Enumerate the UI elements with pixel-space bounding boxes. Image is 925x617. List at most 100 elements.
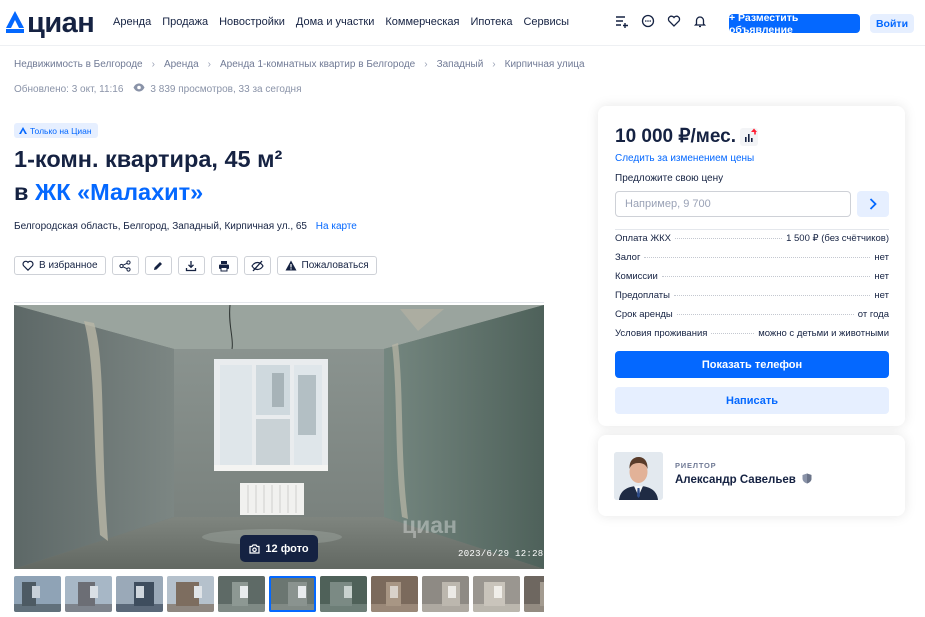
condition-value: 1 500 ₽ (без счётчиков) <box>786 233 889 244</box>
agent-role: РИЕЛТОР <box>675 461 717 470</box>
condition-value: от года <box>857 309 889 320</box>
map-link[interactable]: На карте <box>316 221 357 232</box>
photo-thumbnail[interactable] <box>269 576 316 612</box>
printer-icon <box>219 260 230 271</box>
complex-link[interactable]: ЖК «Малахит» <box>35 179 203 205</box>
header-icons <box>615 14 707 28</box>
chat-icon[interactable] <box>641 14 655 28</box>
login-button[interactable]: Войти <box>870 14 914 33</box>
condition-row: Залог нет <box>615 252 889 263</box>
photo-thumbnail[interactable] <box>371 576 418 612</box>
offer-price-input[interactable]: Например, 9 700 <box>615 191 851 217</box>
offer-submit-button[interactable] <box>857 191 889 217</box>
photo-thumbnail[interactable] <box>524 576 544 612</box>
download-icon <box>185 260 197 271</box>
condition-value: нет <box>874 290 889 301</box>
pencil-icon <box>154 261 163 270</box>
photo-thumbnail[interactable] <box>116 576 163 612</box>
print-button[interactable] <box>210 256 238 275</box>
nav-commercial[interactable]: Коммерческая <box>385 16 459 28</box>
agent-name-text: Александр Савельев <box>675 474 796 486</box>
thumbnail-image <box>116 576 163 612</box>
verified-shield-icon <box>802 473 812 484</box>
condition-label: Условия проживания <box>615 328 708 339</box>
breadcrumb-item[interactable]: Аренда <box>164 59 199 70</box>
photo-timestamp: 2023/6/29 12:28 <box>458 549 544 559</box>
chevron-right-icon: › <box>424 59 428 70</box>
listing-actions: В избранное Пожаловаться <box>14 256 377 275</box>
edit-button[interactable] <box>144 256 172 275</box>
avatar[interactable] <box>614 452 663 500</box>
thumbnail-image <box>218 576 265 612</box>
main-nav: Аренда Продажа Новостройки Дома и участк… <box>113 16 580 28</box>
condition-label: Предоплаты <box>615 290 670 301</box>
thumbnail-image <box>473 576 520 612</box>
report-button[interactable]: Пожаловаться <box>276 256 377 275</box>
condition-row: Оплата ЖКХ 1 500 ₽ (без счётчиков) <box>615 233 889 244</box>
price-history-icon[interactable] <box>740 128 758 146</box>
photo-count-button[interactable]: 12 фото <box>240 535 318 562</box>
heart-icon[interactable] <box>667 14 681 28</box>
condition-label: Комиссии <box>615 271 658 282</box>
nav-services[interactable]: Сервисы <box>523 16 569 28</box>
hide-button[interactable] <box>243 256 271 275</box>
chevron-right-icon <box>869 198 877 210</box>
room-photo-image <box>14 305 544 569</box>
photo-thumbnail[interactable] <box>218 576 265 612</box>
updated-text: Обновлено: 3 окт, 11:16 <box>14 83 124 95</box>
photo-thumbnail[interactable] <box>65 576 112 612</box>
share-button[interactable] <box>111 256 139 275</box>
nav-rent[interactable]: Аренда <box>113 16 151 28</box>
breadcrumb-item[interactable]: Кирпичная улица <box>505 59 585 70</box>
photo-thumbnail[interactable] <box>422 576 469 612</box>
logo[interactable]: циан <box>6 6 95 39</box>
main-photo[interactable] <box>14 305 544 569</box>
eye-off-icon <box>250 260 264 271</box>
breadcrumb-item[interactable]: Западный <box>437 59 484 70</box>
favorite-label: В избранное <box>39 260 98 271</box>
thumbnail-image <box>371 576 418 612</box>
report-label: Пожаловаться <box>301 260 369 271</box>
thumbnail-strip <box>14 576 544 612</box>
badge-label: Только на Циан <box>30 125 92 136</box>
condition-label: Оплата ЖКХ <box>615 233 671 244</box>
favorite-button[interactable]: В избранное <box>14 256 106 275</box>
listing-title: 1-комн. квартира, 45 м² <box>14 146 283 172</box>
download-button[interactable] <box>177 256 205 275</box>
breadcrumb-item[interactable]: Аренда 1-комнатных квартир в Белгороде <box>220 59 415 70</box>
nav-sale[interactable]: Продажа <box>162 16 208 28</box>
nav-mortgage[interactable]: Ипотека <box>471 16 513 28</box>
nav-houses[interactable]: Дома и участки <box>296 16 374 28</box>
thumbnail-image <box>422 576 469 612</box>
logo-text: циан <box>27 6 95 39</box>
bell-icon[interactable] <box>693 14 707 28</box>
address-text: Белгородская область, Белгород, Западный… <box>14 221 307 232</box>
address: Белгородская область, Белгород, Западный… <box>14 221 357 232</box>
price-card: 10 000 ₽/мес. Следить за изменением цены… <box>598 106 905 426</box>
thumbnail-image <box>524 576 544 612</box>
eye-icon <box>133 83 145 95</box>
agent-name[interactable]: Александр Савельев <box>675 473 812 486</box>
breadcrumb-item[interactable]: Недвижимость в Белгороде <box>14 59 143 70</box>
photo-watermark: циан <box>402 512 457 538</box>
post-ad-button[interactable]: + Разместить объявление <box>729 12 860 36</box>
photo-thumbnail[interactable] <box>473 576 520 612</box>
follow-price-link[interactable]: Следить за изменением цены <box>615 153 754 164</box>
photo-count-label: 12 фото <box>265 542 309 555</box>
listing-meta: Обновлено: 3 окт, 11:16 3 839 просмотров… <box>14 83 301 95</box>
thumbnail-image <box>269 576 316 612</box>
write-message-button[interactable]: Написать <box>615 387 889 414</box>
condition-value: нет <box>874 252 889 263</box>
warning-icon <box>285 260 297 271</box>
cian-mini-icon <box>19 126 27 134</box>
nav-newbuild[interactable]: Новостройки <box>219 16 285 28</box>
compare-list-icon[interactable] <box>615 14 629 28</box>
thumbnail-image <box>320 576 367 612</box>
show-phone-button[interactable]: Показать телефон <box>615 351 889 378</box>
chevron-right-icon: › <box>207 59 211 70</box>
photo-thumbnail[interactable] <box>320 576 367 612</box>
photo-thumbnail[interactable] <box>167 576 214 612</box>
photo-thumbnail[interactable] <box>14 576 61 612</box>
title-prefix: в <box>14 179 29 205</box>
exclusive-badge: Только на Циан <box>14 123 98 138</box>
